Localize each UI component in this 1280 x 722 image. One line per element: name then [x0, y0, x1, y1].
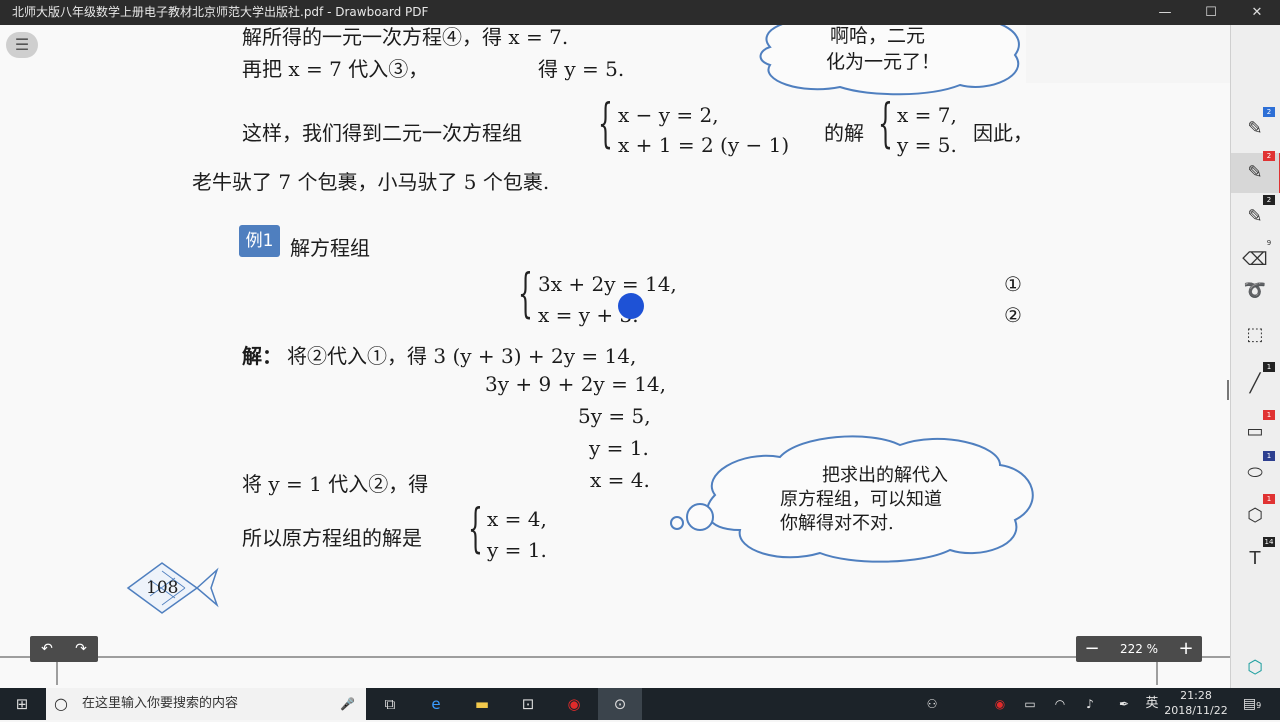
example-tag: 例1 [239, 225, 280, 257]
zoom-control: − 222 % + [1076, 636, 1202, 662]
ime-indicator[interactable]: 英 [1140, 688, 1164, 720]
brace-solution-1: { [878, 94, 893, 154]
text-line-3c: 因此， [973, 121, 1033, 145]
tool-badge: 2 [1263, 195, 1275, 205]
page-number: 108 [146, 578, 179, 598]
clock-time: 21:28 [1180, 689, 1212, 702]
equation-mark-2: ② [1004, 303, 1022, 327]
people-icon[interactable]: ⚇ [920, 688, 944, 720]
search-icon: ○ [54, 694, 68, 713]
volume-icon[interactable]: ♪ [1078, 688, 1102, 720]
store-icon[interactable]: ⊡ [506, 688, 550, 720]
tool-sidebar: ✎ 2 ✎ 2 ✎ 2 ⌫ 9 ➰ ⬚ ╱ 1 ▭ 1 ⬭ 1 ⬡ 1 T 14 ⬡ [1230, 25, 1280, 688]
system1-eq1: x − y = 2, [618, 103, 719, 127]
lasso-icon[interactable]: ➰ [1231, 271, 1279, 311]
overlay-panel [1026, 25, 1230, 83]
text-line-3a: 这样，我们得到二元一次方程组 [242, 121, 522, 145]
notification-icon[interactable]: ▤9 [1240, 688, 1264, 720]
tool-badge: 1 [1263, 362, 1275, 372]
pdf-page[interactable]: 解所得的一元一次方程④，得 x = 7. 再把 x = 7 代入③， 得 y =… [0, 25, 1230, 688]
pen-tray-icon[interactable]: ✒ [1112, 688, 1136, 720]
undo-button[interactable]: ↶ [30, 636, 64, 662]
solution-step-2: 3y + 9 + 2y = 14, [485, 372, 666, 396]
zoom-out-button[interactable]: − [1076, 636, 1108, 662]
bubble1-line-1: 啊哈，二元 [830, 25, 926, 47]
bubble2-line-1: 把求出的解代入 [822, 465, 948, 486]
zoom-level[interactable]: 222 % [1108, 636, 1170, 662]
final-solution-x: x = 4, [487, 507, 547, 531]
windows-taskbar: ⊞ ○ 在这里输入你要搜索的内容 🎤 ⧉ e ▬ ⊡ ◉ ⊙ ⚇ ◉ ▭ ◠ ♪… [0, 688, 1280, 720]
tool-badge: 14 [1263, 537, 1275, 547]
minimize-button[interactable]: — [1142, 0, 1188, 25]
brace-system-1: { [598, 94, 613, 154]
maximize-button[interactable]: ☐ [1188, 0, 1234, 25]
brace-example-system: { [518, 264, 533, 324]
bubble1-line-2: 化为一元了！ [826, 51, 941, 73]
example-eq1: 3x + 2y = 14, [538, 272, 677, 296]
text-line-3b: 的解 [824, 121, 864, 145]
clock[interactable]: 21:28 2018/11/22 [1162, 688, 1230, 720]
final-solution-y: y = 1. [487, 538, 547, 562]
drawboard-menu-icon[interactable]: ⬡ [1231, 648, 1279, 688]
mic-icon[interactable]: 🎤 [340, 688, 355, 720]
solution1-x: x = 7, [897, 103, 957, 127]
solution-step-1: 将②代入①，得 3 (y + 3) + 2y = 14, [287, 344, 637, 368]
task-view-icon[interactable]: ⧉ [368, 688, 412, 720]
select-icon[interactable]: ⬚ [1231, 315, 1279, 355]
solution-step-3: 5y = 5, [578, 404, 651, 428]
record-tray-icon[interactable]: ◉ [988, 688, 1012, 720]
close-button[interactable]: ✕ [1234, 0, 1280, 25]
text-line-4: 老牛驮了 7 个包裹，小马驮了 5 个包裹. [192, 170, 550, 194]
record-icon[interactable]: ◉ [552, 688, 596, 720]
tool-badge: 2 [1263, 151, 1275, 161]
conclusion-text: 所以原方程组的解是 [242, 526, 422, 550]
brace-final-solution: { [468, 499, 483, 559]
battery-icon[interactable]: ▭ [1018, 688, 1042, 720]
text-line-1: 解所得的一元一次方程④，得 x = 7. [242, 25, 569, 49]
search-placeholder: 在这里输入你要搜索的内容 [82, 696, 239, 711]
bubble2-line-2: 原方程组，可以知道 [780, 489, 942, 510]
text-line-2b: 得 y = 5. [538, 57, 625, 81]
tool-badge: 1 [1263, 451, 1275, 461]
redo-button[interactable]: ↷ [64, 636, 98, 662]
tool-badge: 1 [1263, 410, 1275, 420]
pen-cursor [618, 293, 644, 319]
solution-label: 解： [242, 344, 282, 368]
file-explorer-icon[interactable]: ▬ [460, 688, 504, 720]
solution-step-5a: 将 y = 1 代入②，得 [242, 472, 429, 496]
example-title: 解方程组 [290, 236, 370, 260]
solution-step-4: y = 1. [589, 436, 649, 460]
solution1-y: y = 5. [897, 133, 957, 157]
solution-step-5b: x = 4. [590, 468, 650, 492]
tool-badge: 9 [1266, 239, 1272, 247]
taskbar-search[interactable]: ○ 在这里输入你要搜索的内容 🎤 [46, 688, 366, 720]
undo-redo-group: ↶ ↷ [30, 636, 98, 662]
window-titlebar: 北师大版八年级数学上册电子教材北京师范大学出版社.pdf - Drawboard… [0, 0, 1280, 25]
clock-date: 2018/11/22 [1164, 704, 1228, 717]
bubble2-line-3: 你解得对不对. [780, 513, 894, 534]
menu-button[interactable]: ☰ [6, 32, 38, 58]
system1-eq2: x + 1 = 2 (y − 1) [618, 133, 790, 157]
text-line-2a: 再把 x = 7 代入③， [242, 57, 429, 81]
start-icon[interactable]: ⊞ [0, 688, 44, 720]
notification-count: 9 [1256, 701, 1262, 710]
drawboard-icon[interactable]: ⊙ [598, 688, 642, 720]
tool-badge: 1 [1263, 494, 1275, 504]
zoom-in-button[interactable]: + [1170, 636, 1202, 662]
equation-mark-1: ① [1004, 272, 1022, 296]
tool-badge: 2 [1263, 107, 1275, 117]
edge-icon[interactable]: e [414, 688, 458, 720]
network-icon[interactable]: ◠ [1048, 688, 1072, 720]
